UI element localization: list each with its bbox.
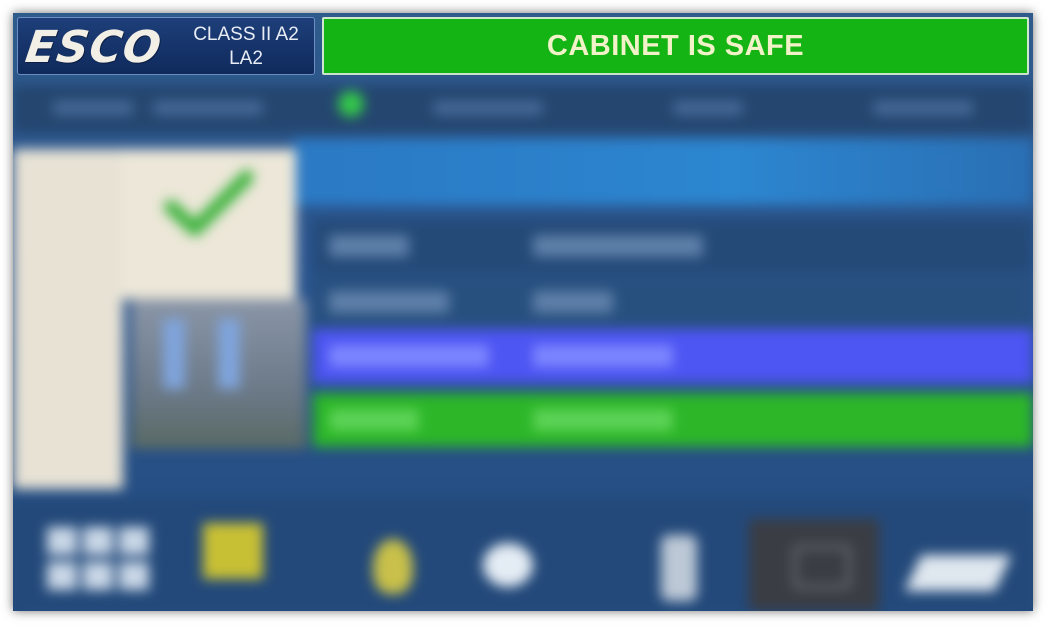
- cabinet-class-label: CLASS II A2: [193, 24, 299, 45]
- fan-icon[interactable]: [483, 543, 533, 587]
- status-bar-item: [873, 101, 973, 115]
- lamp-icon[interactable]: [373, 539, 413, 594]
- status-bar-item: [433, 101, 543, 115]
- row-label: [329, 235, 409, 257]
- info-row: [313, 219, 1033, 273]
- cabinet-illustration-side: [13, 149, 123, 489]
- title-band: [293, 139, 1033, 205]
- bottle-icon[interactable]: [661, 535, 697, 601]
- timer-icon[interactable]: [203, 523, 263, 579]
- key-icon[interactable]: [904, 555, 1012, 591]
- blurred-content: [13, 79, 1033, 611]
- status-dot-icon: [338, 91, 364, 117]
- row-value: [533, 235, 703, 257]
- brand-panel: ESCO CLASS II A2 LA2: [17, 17, 315, 75]
- row-value: [533, 291, 613, 313]
- cabinet-model-label: LA2: [229, 48, 263, 69]
- info-row-inflow: [313, 393, 1033, 447]
- row-value: [533, 345, 673, 367]
- status-bar-item: [53, 101, 133, 115]
- info-row-downflow: [313, 329, 1033, 383]
- grid-icon[interactable]: [33, 519, 149, 599]
- row-label: [329, 291, 449, 313]
- status-bar-item: [673, 101, 743, 115]
- row-label: [329, 409, 419, 431]
- brand-logo: ESCO: [22, 22, 166, 73]
- status-bar-item: [153, 101, 263, 115]
- status-bar: [13, 85, 1033, 133]
- status-banner: CABINET IS SAFE: [322, 17, 1029, 75]
- check-icon: [164, 170, 253, 236]
- row-label: [329, 345, 489, 367]
- sash-bar: [163, 319, 185, 389]
- info-row: [313, 275, 1033, 329]
- window-icon: [793, 545, 851, 589]
- sash-bar: [218, 319, 240, 389]
- device-screen: ESCO CLASS II A2 LA2 CABINET IS SAFE: [13, 13, 1033, 611]
- status-text: CABINET IS SAFE: [546, 29, 805, 62]
- row-value: [533, 409, 673, 431]
